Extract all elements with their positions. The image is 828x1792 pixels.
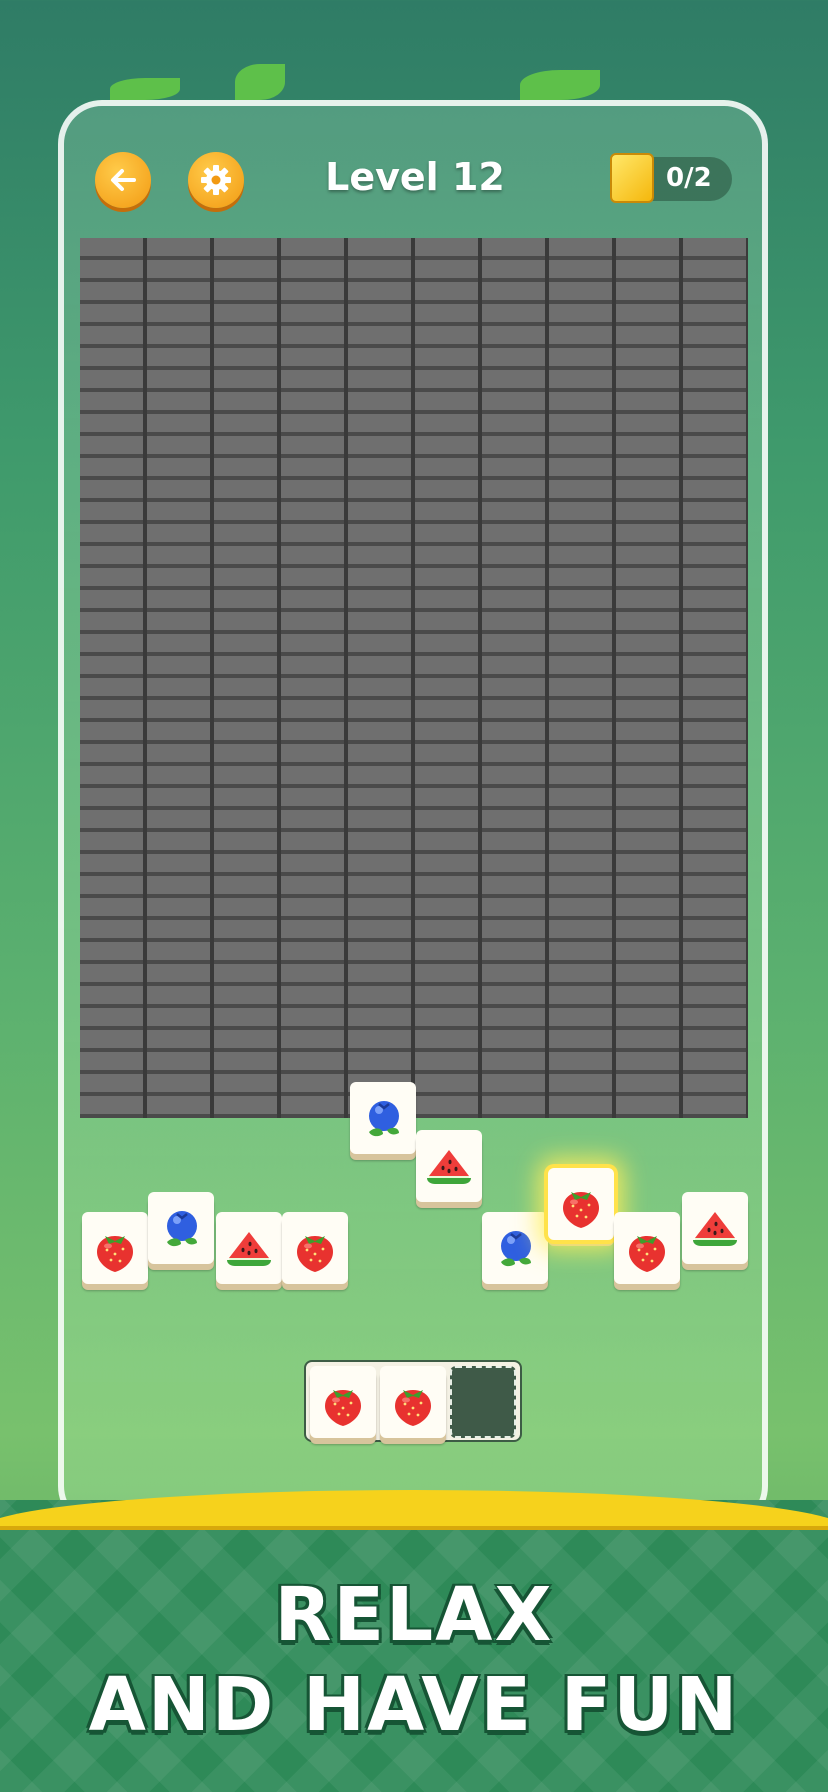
strawberry-icon bbox=[97, 1236, 133, 1272]
fruit-tile-strawberry[interactable] bbox=[548, 1168, 614, 1240]
watermelon-icon bbox=[427, 1150, 471, 1184]
tray-slot-strawberry bbox=[380, 1366, 446, 1438]
watermelon-icon bbox=[693, 1212, 737, 1246]
fruit-tile-blueberry[interactable] bbox=[482, 1212, 548, 1284]
fruit-tile-strawberry[interactable] bbox=[82, 1212, 148, 1284]
gold-tile-icon bbox=[610, 153, 654, 203]
strawberry-icon bbox=[297, 1236, 333, 1272]
tray-slot-strawberry bbox=[310, 1366, 376, 1438]
level-title: Level 12 bbox=[325, 155, 505, 199]
fruit-tile-blueberry[interactable] bbox=[148, 1192, 214, 1264]
gear-icon bbox=[201, 165, 231, 195]
covered-tile-stack bbox=[80, 238, 748, 1118]
blueberry-icon bbox=[499, 1229, 533, 1268]
slogan-line-2: AND HAVE FUN bbox=[88, 1662, 740, 1748]
blueberry-icon bbox=[165, 1209, 199, 1248]
slogan-line-1: RELAX bbox=[274, 1572, 554, 1658]
goal-count: 0/2 bbox=[666, 163, 712, 193]
fruit-tile-watermelon[interactable] bbox=[216, 1212, 282, 1284]
strawberry-icon bbox=[563, 1192, 599, 1228]
strawberry-icon bbox=[395, 1390, 431, 1426]
fruit-tile-strawberry[interactable] bbox=[282, 1212, 348, 1284]
fruit-tile-watermelon[interactable] bbox=[682, 1192, 748, 1264]
watermelon-icon bbox=[227, 1232, 271, 1266]
strawberry-icon bbox=[325, 1390, 361, 1426]
leaf-decoration-center bbox=[235, 64, 285, 100]
tile-board bbox=[80, 238, 748, 1118]
fruit-tile-watermelon[interactable] bbox=[416, 1130, 482, 1202]
tray-slot-empty bbox=[450, 1366, 516, 1438]
leaf-decoration-right bbox=[520, 70, 600, 100]
goal-counter: 0/2 bbox=[610, 153, 732, 203]
leaf-decoration-left bbox=[110, 78, 180, 100]
collection-tray bbox=[304, 1360, 522, 1442]
back-button[interactable] bbox=[95, 152, 151, 208]
strawberry-icon bbox=[629, 1236, 665, 1272]
arrow-left-icon bbox=[111, 169, 136, 191]
fruit-tile-strawberry[interactable] bbox=[614, 1212, 680, 1284]
settings-button[interactable] bbox=[188, 152, 244, 208]
fruit-tile-blueberry[interactable] bbox=[350, 1082, 416, 1154]
blueberry-icon bbox=[367, 1099, 401, 1138]
